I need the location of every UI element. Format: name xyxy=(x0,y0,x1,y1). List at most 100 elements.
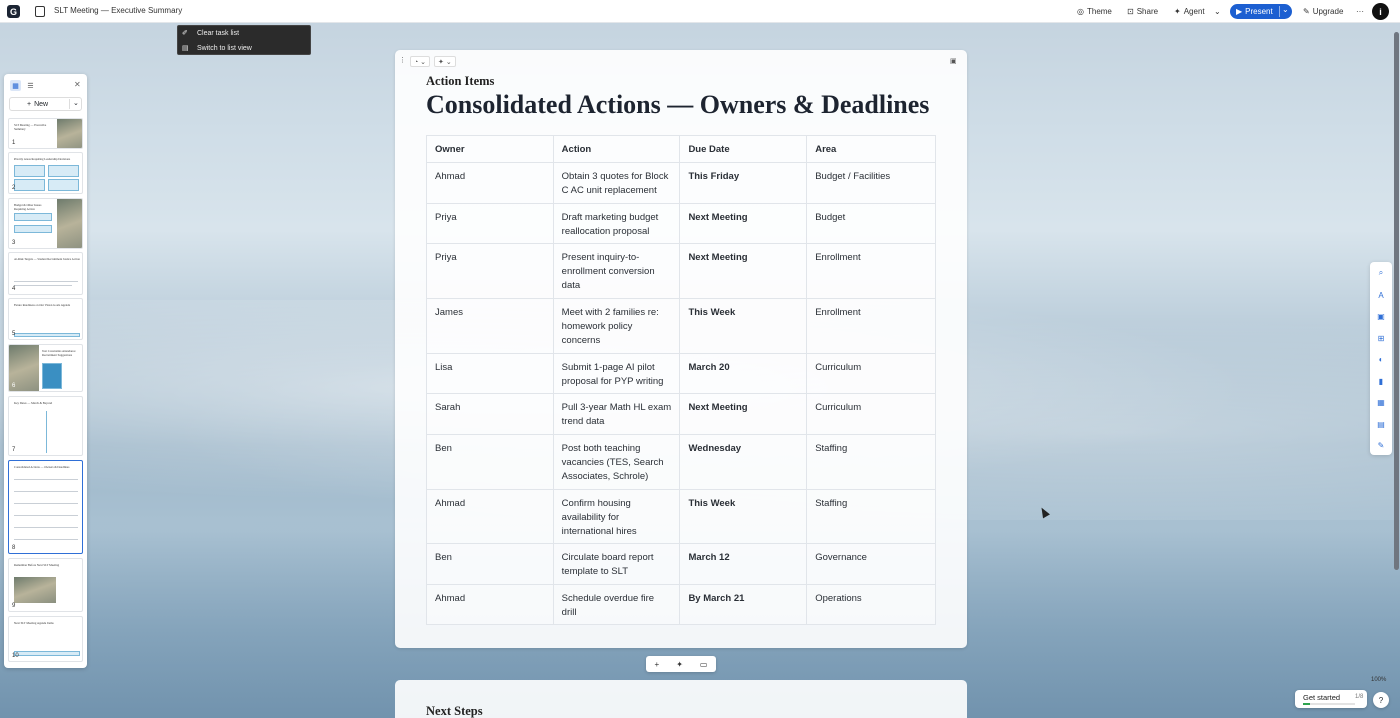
action-cell[interactable]: Post both teaching vacancies (TES, Searc… xyxy=(552,434,681,490)
owner-cell[interactable]: Ahmad xyxy=(426,489,554,544)
slide-thumb-title: Remember Before Next SLT Meeting xyxy=(14,563,60,567)
slide-thumbnail-7[interactable]: Key Dates — March & Beyond 7 xyxy=(8,396,83,456)
grid-view-tab[interactable]: ▦ xyxy=(10,80,21,91)
owner-cell[interactable]: Sarah xyxy=(426,393,554,435)
agent-dropdown[interactable]: ⌄ xyxy=(1214,4,1221,19)
slide-thumbnail-6[interactable]: Test Constraints Attendance Recruitment … xyxy=(8,344,83,392)
ai-generate-icon[interactable]: ✦ xyxy=(676,660,683,669)
avatar[interactable]: i xyxy=(1372,3,1389,20)
owner-cell[interactable]: Ahmad xyxy=(426,162,554,204)
layout-grid-icon[interactable]: ⊞ xyxy=(1375,332,1387,344)
action-cell[interactable]: Meet with 2 families re: homework policy… xyxy=(552,298,681,354)
share-button[interactable]: ⊡ Share xyxy=(1127,4,1158,19)
card-ai-button[interactable]: ✦ ⌄ xyxy=(434,56,456,67)
owner-cell[interactable]: Ahmad xyxy=(426,584,554,625)
slide-thumb-title: Next SLT Meeting Agenda Items xyxy=(14,621,54,625)
agent-button[interactable]: ✦ Agent xyxy=(1174,4,1205,19)
due-date-cell[interactable]: Next Meeting xyxy=(679,243,808,299)
slide-thumbnail-4[interactable]: At-Risk Targets — Student Recruitment Ju… xyxy=(8,252,83,295)
slide-thumb-title: Test Constraints Attendance Recruitment … xyxy=(42,349,76,357)
list-view-tab[interactable]: ☰ xyxy=(25,80,36,91)
action-cell[interactable]: Confirm housing availability for interna… xyxy=(552,489,681,544)
app-logo[interactable]: G xyxy=(7,5,20,18)
due-date-cell[interactable]: By March 21 xyxy=(679,584,808,625)
owner-cell[interactable]: Lisa xyxy=(426,353,554,394)
menu-item-switch-list-view[interactable]: ▤ Switch to list view xyxy=(178,41,312,56)
new-slide-button[interactable]: + New ⌄ xyxy=(9,97,82,111)
slide-thumbnail-8[interactable]: Consolidated Actions — Owners & Deadline… xyxy=(8,460,83,554)
action-cell[interactable]: Draft marketing budget reallocation prop… xyxy=(552,203,681,244)
owner-cell[interactable]: Ben xyxy=(426,543,554,585)
due-date-cell[interactable]: Next Meeting xyxy=(679,203,808,244)
area-cell[interactable]: Staffing xyxy=(806,434,936,490)
due-date-cell[interactable]: Wednesday xyxy=(679,434,808,490)
vertical-scrollbar[interactable] xyxy=(1393,24,1400,718)
owner-cell[interactable]: Ben xyxy=(426,434,554,490)
image-icon[interactable]: ▣ xyxy=(1375,310,1387,322)
due-date-cell[interactable]: This Week xyxy=(679,298,808,354)
column-header-owner[interactable]: Owner xyxy=(426,135,554,163)
slide-thumb-box xyxy=(14,213,52,221)
owner-cell[interactable]: James xyxy=(426,298,554,354)
slide-thumbnail-1[interactable]: SLT Meeting — Executive Summary 1 xyxy=(8,118,83,149)
close-icon[interactable]: ✕ xyxy=(74,80,81,89)
document-title[interactable]: SLT Meeting — Executive Summary xyxy=(54,6,182,15)
action-cell[interactable]: Obtain 3 quotes for Block C AC unit repl… xyxy=(552,162,681,204)
owner-cell[interactable]: Priya xyxy=(426,243,554,299)
area-cell[interactable]: Enrollment xyxy=(806,243,936,299)
area-cell[interactable]: Budget / Facilities xyxy=(806,162,936,204)
card-style-button[interactable]: ◔ ⌄ xyxy=(410,56,431,67)
embed-icon[interactable]: ▤ xyxy=(1375,418,1387,430)
slide-thumbnail-5[interactable]: Future Readiness on Our Vision Goals Age… xyxy=(8,298,83,340)
help-button[interactable]: ? xyxy=(1373,692,1389,708)
action-cell[interactable]: Pull 3-year Math HL exam trend data xyxy=(552,393,681,435)
slide-thumbnail-2[interactable]: Priority Areas Requiring Leadership Deci… xyxy=(8,152,83,194)
drag-handle-icon[interactable]: ⋮ xyxy=(399,56,406,67)
area-cell[interactable]: Governance xyxy=(806,543,936,585)
due-date-cell[interactable]: March 20 xyxy=(679,353,808,394)
present-button[interactable]: ▶ Present ⌄ xyxy=(1230,4,1292,19)
owner-cell[interactable]: Priya xyxy=(426,203,554,244)
scrollbar-thumb[interactable] xyxy=(1394,32,1399,570)
search-icon[interactable]: ⌕ xyxy=(1375,267,1387,279)
action-cell[interactable]: Submit 1-page AI pilot proposal for PYP … xyxy=(552,353,681,394)
chart-icon[interactable]: ▮ xyxy=(1375,375,1387,387)
area-cell[interactable]: Curriculum xyxy=(806,353,936,394)
slide-thumbnail-9[interactable]: Remember Before Next SLT Meeting 9 xyxy=(8,558,83,612)
due-date-cell[interactable]: This Week xyxy=(679,489,808,544)
zoom-level[interactable]: 100% xyxy=(1371,677,1386,683)
column-header-due-date[interactable]: Due Date xyxy=(679,135,808,163)
upgrade-button[interactable]: ✎ Upgrade xyxy=(1303,4,1343,19)
column-header-area[interactable]: Area xyxy=(806,135,936,163)
slide-thumbnail-10[interactable]: Next SLT Meeting Agenda Items 10 xyxy=(8,616,83,662)
due-date-cell[interactable]: March 12 xyxy=(679,543,808,585)
toggle-icon[interactable]: ◐ xyxy=(1375,353,1387,365)
due-date-cell[interactable]: This Friday xyxy=(679,162,808,204)
action-cell[interactable]: Schedule overdue fire drill xyxy=(552,584,681,625)
card-options-icon[interactable]: ▣ xyxy=(950,57,957,65)
more-options-button[interactable]: ··· xyxy=(1356,4,1364,19)
due-date-cell[interactable]: Next Meeting xyxy=(679,393,808,435)
chevron-down-icon[interactable]: ⌄ xyxy=(1282,5,1289,14)
column-header-action[interactable]: Action xyxy=(552,135,681,163)
add-card-icon[interactable]: + xyxy=(655,660,660,669)
slide-thumbnail-3[interactable]: Budget & Other Issues Requiring Action 3 xyxy=(8,198,83,249)
table-row: Ben Post both teaching vacancies (TES, S… xyxy=(426,434,936,490)
get-started-widget[interactable]: Get started 1/8 xyxy=(1295,690,1367,708)
area-cell[interactable]: Budget xyxy=(806,203,936,244)
table-icon[interactable]: ▦ xyxy=(1375,396,1387,408)
table-row: Sarah Pull 3-year Math HL exam trend dat… xyxy=(426,393,936,435)
theme-button[interactable]: ◎ Theme xyxy=(1077,4,1112,19)
area-cell[interactable]: Staffing xyxy=(806,489,936,544)
table-row: Ben Circulate board report template to S… xyxy=(426,543,936,585)
area-cell[interactable]: Enrollment xyxy=(806,298,936,354)
action-cell[interactable]: Present inquiry-to-enrollment conversion… xyxy=(552,243,681,299)
layout-icon[interactable]: ▭ xyxy=(700,660,708,669)
chevron-down-icon[interactable]: ⌄ xyxy=(73,99,79,107)
text-icon[interactable]: A xyxy=(1375,289,1387,301)
edit-icon[interactable]: ✎ xyxy=(1375,439,1387,451)
action-cell[interactable]: Circulate board report template to SLT xyxy=(552,543,681,585)
area-cell[interactable]: Curriculum xyxy=(806,393,936,435)
menu-item-clear-task-list[interactable]: ✐ Clear task list xyxy=(178,26,312,41)
area-cell[interactable]: Operations xyxy=(806,584,936,625)
